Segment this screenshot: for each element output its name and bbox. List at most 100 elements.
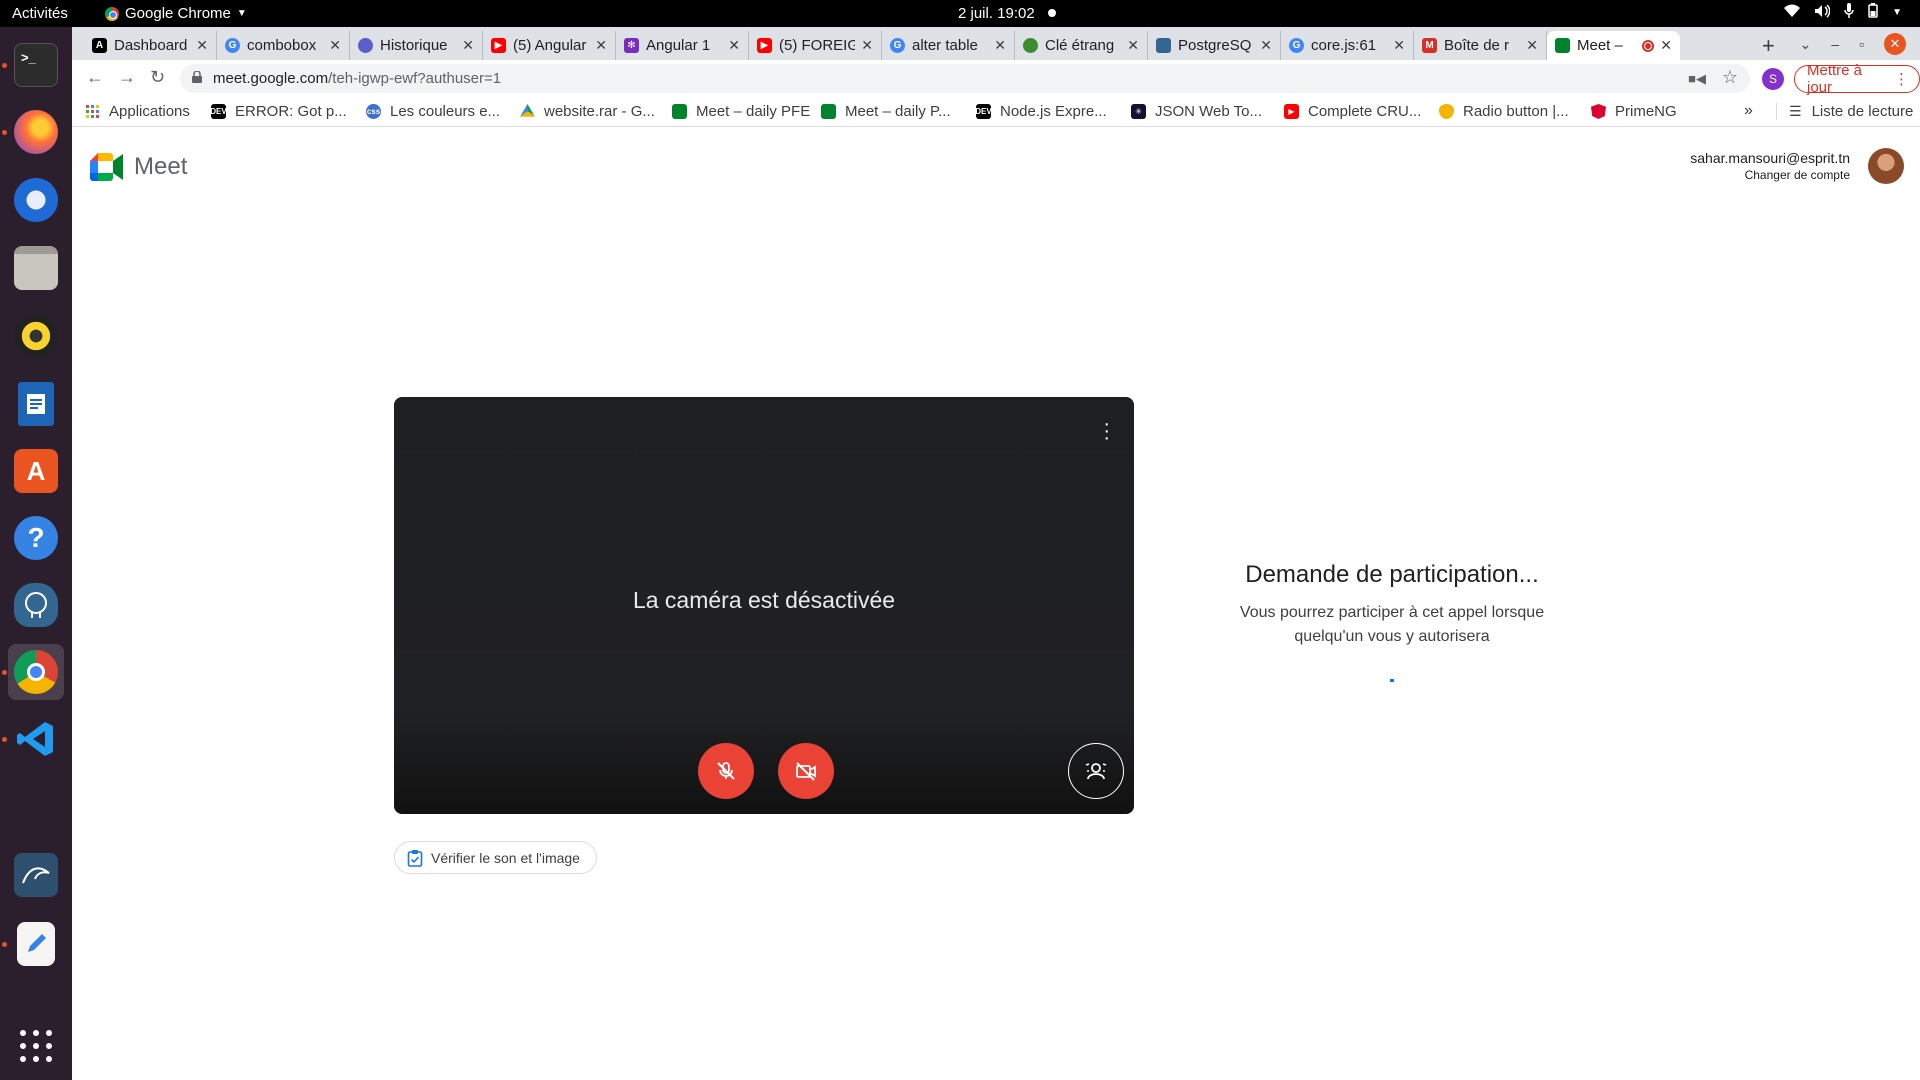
bookmark-item[interactable]: Radio button |... bbox=[1439, 103, 1569, 120]
tab-title: Historique bbox=[380, 37, 448, 54]
reload-icon[interactable]: ↻ bbox=[150, 67, 165, 88]
visual-effects-button[interactable] bbox=[1068, 743, 1124, 799]
dock-rhythmbox[interactable] bbox=[8, 308, 64, 364]
close-icon[interactable]: ✕ bbox=[196, 37, 208, 54]
browser-tab[interactable]: A Dashboard ✕ bbox=[84, 31, 217, 60]
bookmark-label: Radio button |... bbox=[1463, 103, 1569, 120]
camera-in-use-icon[interactable]: ■◀ bbox=[1688, 71, 1706, 87]
browser-tab[interactable]: G combobox ✕ bbox=[217, 31, 350, 60]
dock-mysql-workbench[interactable] bbox=[8, 847, 64, 903]
close-icon[interactable]: ✕ bbox=[462, 37, 474, 54]
close-icon[interactable]: ✕ bbox=[994, 37, 1006, 54]
browser-tab[interactable]: G core.js:61 ✕ bbox=[1281, 31, 1414, 60]
battery-icon bbox=[1868, 3, 1878, 22]
dock-writer[interactable] bbox=[8, 376, 64, 432]
update-button[interactable]: Mettre à jour ⋮ bbox=[1794, 62, 1920, 96]
lock-icon[interactable] bbox=[192, 71, 202, 83]
dock-firefox[interactable] bbox=[8, 104, 64, 160]
mic-off-icon bbox=[717, 762, 735, 780]
bookmark-star-icon[interactable]: ☆ bbox=[1722, 67, 1738, 88]
bookmark-item[interactable]: DEV Node.js Expre... bbox=[975, 103, 1106, 120]
close-icon[interactable]: ✕ bbox=[861, 37, 873, 54]
youtube-icon: ▶ bbox=[1284, 104, 1299, 119]
back-arrow-icon[interactable]: ← bbox=[86, 67, 104, 88]
browser-tab[interactable]: Clé étrang ✕ bbox=[1015, 31, 1148, 60]
browser-tab[interactable]: ✻ Angular 1 ✕ bbox=[616, 31, 749, 60]
camera-toggle-button[interactable] bbox=[778, 743, 834, 799]
apps-grid-icon bbox=[86, 105, 99, 118]
new-tab-icon[interactable]: + bbox=[1762, 33, 1775, 59]
system-tray[interactable]: ▼ bbox=[1784, 3, 1902, 22]
bookmark-item[interactable]: DEV ERROR: Got p... bbox=[210, 103, 346, 120]
close-icon[interactable]: ✕ bbox=[1127, 37, 1139, 54]
running-indicator bbox=[2, 737, 7, 742]
chrome-center-icon bbox=[27, 663, 45, 681]
dock-vscode[interactable] bbox=[8, 711, 64, 767]
switch-account-link[interactable]: Changer de compte bbox=[1690, 168, 1850, 182]
power-menu-chevron-icon: ▼ bbox=[1892, 7, 1902, 18]
account-avatar[interactable] bbox=[1868, 148, 1904, 184]
thunderbird-icon bbox=[14, 178, 58, 222]
dock-files[interactable] bbox=[8, 240, 64, 296]
google-drive-icon bbox=[520, 104, 535, 117]
window-close-icon[interactable]: ✕ bbox=[1884, 33, 1906, 55]
dock-pgadmin[interactable] bbox=[8, 577, 64, 633]
dock-software[interactable]: A bbox=[8, 443, 64, 499]
dock-terminal[interactable]: >_ bbox=[8, 37, 64, 93]
browser-tab[interactable]: G alter table ✕ bbox=[882, 31, 1015, 60]
youtube-icon: ▶ bbox=[757, 38, 772, 53]
close-icon[interactable]: ✕ bbox=[728, 37, 740, 54]
app-menu[interactable]: Google Chrome ▼ bbox=[105, 5, 247, 22]
dock-help[interactable]: ? bbox=[8, 510, 64, 566]
check-audio-video-button[interactable]: Vérifier le son et l'image bbox=[394, 841, 597, 874]
tab-title: Meet – bbox=[1577, 37, 1623, 54]
browser-tab[interactable]: ▶ (5) FOREIGN ✕ bbox=[749, 31, 882, 60]
browser-tab[interactable]: PostgreSQ ✕ bbox=[1148, 31, 1281, 60]
meet-logo[interactable]: Meet bbox=[90, 153, 187, 181]
close-icon[interactable]: ✕ bbox=[1393, 37, 1405, 54]
maximize-icon[interactable]: ▫ bbox=[1859, 36, 1864, 52]
show-applications-icon[interactable] bbox=[20, 1030, 52, 1062]
running-indicator bbox=[2, 942, 7, 947]
forward-arrow-icon[interactable]: → bbox=[118, 67, 136, 88]
close-icon[interactable]: ✕ bbox=[329, 37, 341, 54]
dock-thunderbird[interactable] bbox=[8, 172, 64, 228]
more-options-icon[interactable]: · · · bbox=[1103, 414, 1110, 448]
profile-avatar[interactable]: S bbox=[1762, 68, 1784, 90]
address-bar[interactable]: meet.google.com/teh-igwp-ewf?authuser=1 … bbox=[180, 64, 1750, 93]
dock-text-editor[interactable] bbox=[8, 916, 64, 972]
browser-tab[interactable]: Historique ✕ bbox=[350, 31, 483, 60]
bookmark-item[interactable]: css Les couleurs e... bbox=[366, 103, 500, 120]
bookmark-item[interactable]: Applications bbox=[86, 103, 190, 120]
tab-search-icon[interactable]: ⌄ bbox=[1800, 36, 1812, 53]
bookmark-item[interactable]: Meet – daily PFE bbox=[672, 103, 810, 120]
clock[interactable]: 2 juil. 19:02 bbox=[958, 5, 1035, 22]
bookmark-item[interactable]: website.rar - G... bbox=[520, 103, 655, 120]
rhythmbox-icon bbox=[14, 314, 58, 358]
css-icon: css bbox=[366, 104, 381, 119]
bookmark-item[interactable]: PrimeNG bbox=[1591, 103, 1677, 120]
microphone-toggle-button[interactable] bbox=[698, 743, 754, 799]
tab-title: Dashboard bbox=[114, 37, 188, 54]
reading-list-icon: ☰ bbox=[1789, 103, 1802, 119]
reading-list-button[interactable]: ☰ Liste de lecture bbox=[1776, 103, 1913, 120]
close-icon[interactable]: ✕ bbox=[1260, 37, 1272, 54]
activities-button[interactable]: Activités bbox=[12, 5, 68, 22]
youtube-icon: ▶ bbox=[491, 38, 506, 53]
more-bookmarks-icon[interactable]: » bbox=[1744, 102, 1753, 120]
browser-tab[interactable]: M Boîte de r ✕ bbox=[1414, 31, 1547, 60]
bookmark-item[interactable]: Meet – daily P... bbox=[821, 103, 951, 120]
tab-favicon-icon: G bbox=[1289, 38, 1304, 53]
close-icon[interactable]: ✕ bbox=[1526, 37, 1538, 54]
dock-chrome[interactable] bbox=[8, 644, 64, 700]
bookmark-item[interactable]: ✳ JSON Web To... bbox=[1131, 103, 1262, 120]
browser-tab[interactable]: ▶ (5) Angular ✕ bbox=[483, 31, 616, 60]
bookmark-item[interactable]: ▶ Complete CRU... bbox=[1284, 103, 1421, 120]
jwt-icon: ✳ bbox=[1131, 104, 1146, 119]
close-icon[interactable]: ✕ bbox=[595, 37, 607, 54]
browser-tab-active[interactable]: Meet – ✕ bbox=[1547, 31, 1680, 60]
tab-title: PostgreSQ bbox=[1178, 37, 1252, 54]
bookmark-label: website.rar - G... bbox=[544, 103, 655, 120]
close-icon[interactable]: ✕ bbox=[1660, 37, 1672, 54]
minimize-icon[interactable]: – bbox=[1831, 36, 1839, 52]
